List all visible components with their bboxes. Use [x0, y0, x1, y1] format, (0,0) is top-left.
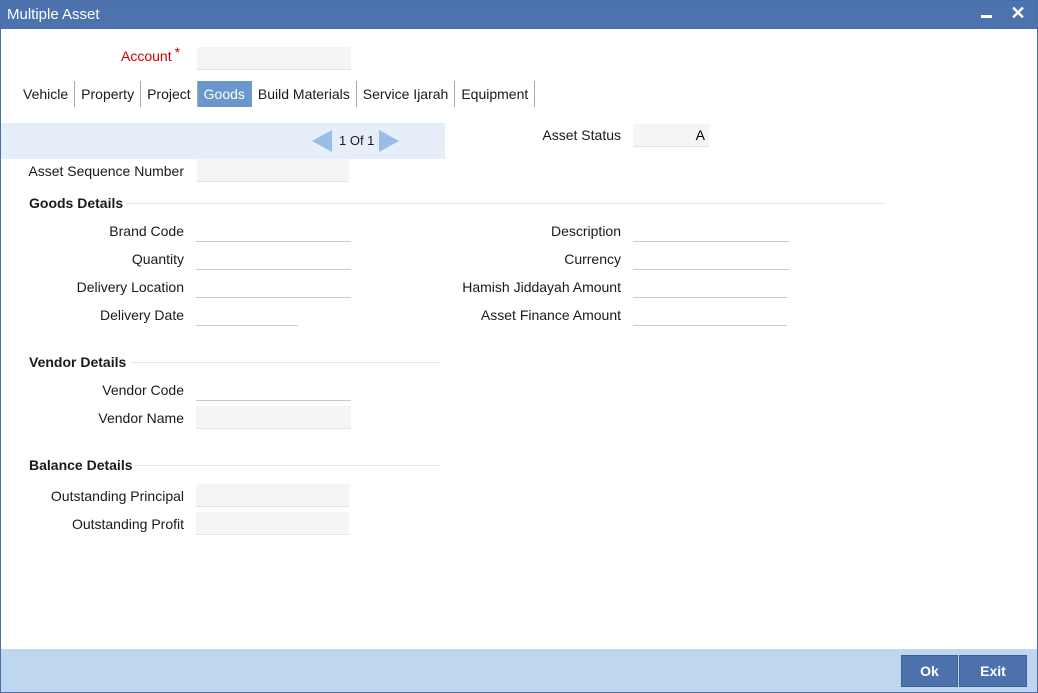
quantity-label: Quantity [131, 251, 184, 267]
delivery-date-label: Delivery Date [99, 307, 184, 323]
asset-finance-amount-label: Asset Finance Amount [480, 307, 621, 323]
asset-sequence-field[interactable] [197, 159, 349, 182]
vendor-details-title: Vendor Details [29, 354, 127, 370]
close-icon[interactable]: ✕ [1007, 1, 1029, 27]
asset-status-field[interactable] [633, 124, 709, 147]
tab-property[interactable]: Property [75, 81, 142, 107]
outstanding-profit-label: Outstanding Profit [71, 516, 184, 532]
balance-details-title: Balance Details [29, 457, 133, 473]
currency-field[interactable] [633, 247, 789, 270]
delivery-date-field[interactable] [196, 303, 298, 326]
account-label: Account * [121, 44, 181, 64]
hamish-jiddayah-amount-label: Hamish Jiddayah Amount [462, 279, 621, 295]
tab-build-materials[interactable]: Build Materials [252, 81, 357, 107]
tab-vehicle[interactable]: Vehicle [17, 81, 76, 107]
tab-goods[interactable]: Goods [197, 81, 252, 107]
hamish-jiddayah-amount-field[interactable] [633, 275, 787, 298]
window-title: Multiple Asset [7, 6, 100, 23]
footer-bar: Ok Exit [1, 649, 1037, 692]
tab-project[interactable]: Project [141, 81, 198, 107]
outstanding-principal-label: Outstanding Principal [50, 488, 184, 504]
next-record-icon[interactable] [379, 130, 399, 152]
vendor-code-label: Vendor Code [102, 382, 184, 398]
tab-equipment[interactable]: Equipment [455, 81, 536, 107]
goods-details-title: Goods Details [29, 195, 124, 211]
record-navigator: 1 Of 1 [1, 123, 445, 159]
exit-button[interactable]: Exit [959, 655, 1027, 687]
multiple-asset-window: Multiple Asset ✕ Account * Vehicle Proper… [0, 0, 1038, 693]
outstanding-profit-field[interactable] [196, 512, 349, 535]
quantity-field[interactable] [196, 247, 351, 270]
asset-finance-amount-field[interactable] [633, 303, 787, 326]
account-field[interactable] [197, 47, 351, 70]
tab-service-ijarah[interactable]: Service Ijarah [357, 81, 456, 107]
description-label: Description [550, 223, 621, 239]
vendor-code-field[interactable] [196, 378, 351, 401]
vendor-name-label: Vendor Name [98, 410, 184, 426]
page-indicator: 1 Of 1 [339, 133, 375, 148]
brand-code-label: Brand Code [109, 223, 184, 239]
ok-button[interactable]: Ok [901, 655, 958, 687]
outstanding-principal-field[interactable] [196, 484, 349, 507]
vendor-name-field[interactable] [196, 406, 351, 429]
minimize-icon[interactable] [975, 1, 997, 27]
currency-label: Currency [564, 251, 621, 267]
title-bar: Multiple Asset ✕ [1, 1, 1037, 29]
vendor-details-divider [131, 362, 441, 363]
asset-type-tabs: Vehicle Property Project Goods Build Mat… [17, 81, 536, 107]
asset-status-label: Asset Status [542, 127, 621, 143]
description-field[interactable] [633, 219, 789, 242]
brand-code-field[interactable] [196, 219, 351, 242]
previous-record-icon[interactable] [312, 130, 332, 152]
delivery-location-field[interactable] [196, 275, 351, 298]
balance-details-divider [135, 465, 439, 466]
asset-sequence-label: Asset Sequence Number [28, 163, 184, 179]
delivery-location-label: Delivery Location [76, 279, 184, 295]
goods-details-divider [125, 203, 885, 204]
